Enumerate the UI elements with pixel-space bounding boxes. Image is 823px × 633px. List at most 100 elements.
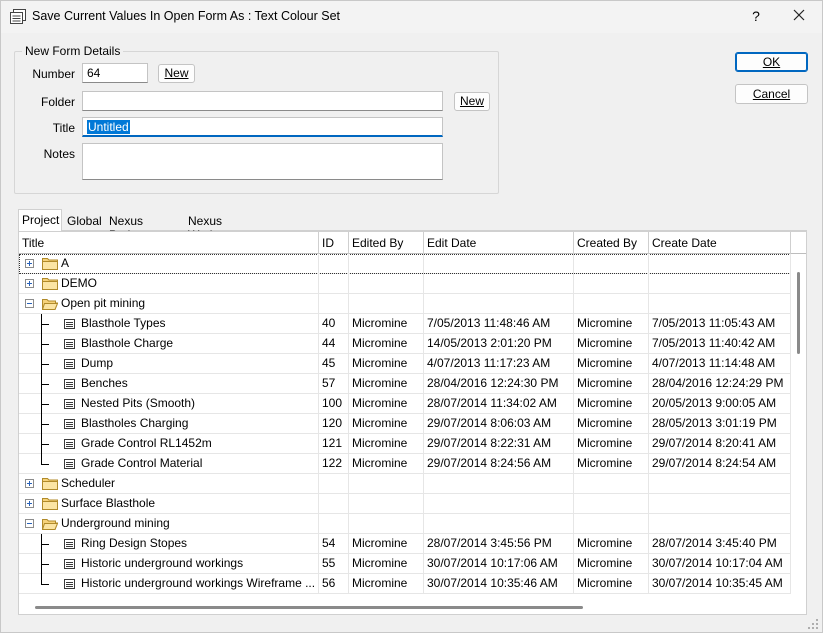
folder-label: Folder [40, 95, 75, 109]
form-title: Nested Pits (Smooth) [81, 396, 196, 410]
tab-nexus-workspace[interactable]: Nexus Workspace [185, 213, 281, 242]
folder-label: Surface Blasthole [61, 496, 156, 510]
tree-line [41, 584, 49, 585]
cell-edit-date: 29/07/2014 8:22:31 AM [424, 434, 574, 454]
folder-row[interactable]: Scheduler [19, 474, 791, 494]
cell-id [319, 474, 349, 494]
help-button[interactable]: ? [746, 6, 766, 26]
cell-created-by: Micromine [574, 334, 649, 354]
folder-field[interactable] [82, 91, 443, 111]
table-row[interactable]: Historic underground workings 55 Micromine… [19, 554, 791, 574]
cell-edited-by: Micromine [349, 414, 424, 434]
horizontal-scrollbar[interactable] [19, 600, 791, 614]
vertical-scrollbar[interactable] [791, 254, 806, 600]
collapse-icon[interactable] [25, 299, 34, 308]
form-title: Benches [81, 376, 128, 390]
title-field[interactable]: Untitled [82, 117, 443, 137]
resize-grip-icon[interactable] [807, 618, 819, 630]
collapse-icon[interactable] [25, 519, 34, 528]
cell-title: Historic underground workings [19, 554, 319, 574]
cell-title: Scheduler [19, 474, 319, 494]
folder-icon [42, 258, 58, 270]
ok-button[interactable]: OK [735, 52, 808, 72]
cell-title: Grade Control RL1452m [19, 434, 319, 454]
cell-created-by: Micromine [574, 374, 649, 394]
tab-project[interactable]: Project [18, 209, 62, 232]
expand-icon[interactable] [25, 479, 34, 488]
column-header-id[interactable]: ID [319, 232, 349, 254]
cell-edited-by [349, 514, 424, 534]
grid-rows: A DEMO Open pit mining Blasthole Types 40 Mic… [19, 254, 791, 594]
form-title: Ring Design Stopes [81, 536, 188, 550]
table-row[interactable]: Benches 57 Micromine 28/04/2016 12:24:30 PM… [19, 374, 791, 394]
form-icon [64, 419, 75, 429]
cell-create-date: 28/04/2016 12:24:29 PM [649, 374, 791, 394]
form-title: Grade Control Material [81, 456, 203, 470]
cell-edited-by [349, 294, 424, 314]
column-header-edited-by[interactable]: Edited By [349, 232, 424, 254]
folder-open-icon [42, 299, 58, 310]
table-row[interactable]: Blasthole Types 40 Micromine 7/05/2013 11:4… [19, 314, 791, 334]
table-row[interactable]: Blasthole Charge 44 Micromine 14/05/2013 2:… [19, 334, 791, 354]
cell-create-date: 28/05/2013 3:01:19 PM [649, 414, 791, 434]
cell-edit-date [424, 274, 574, 294]
cell-edit-date: 28/04/2016 12:24:30 PM [424, 374, 574, 394]
table-row[interactable]: Ring Design Stopes 54 Micromine 28/07/2014 … [19, 534, 791, 554]
expand-icon[interactable] [25, 499, 34, 508]
close-icon[interactable] [787, 5, 811, 27]
tree-line [41, 404, 49, 405]
cell-id: 55 [319, 554, 349, 574]
folder-row[interactable]: DEMO [19, 274, 791, 294]
expand-icon[interactable] [25, 279, 34, 288]
expand-icon[interactable] [25, 259, 34, 268]
folder-row[interactable]: Surface Blasthole [19, 494, 791, 514]
table-row[interactable]: Grade Control RL1452m 121 Micromine 29/07/2… [19, 434, 791, 454]
folder-new-label: New [459, 94, 484, 108]
folder-row[interactable]: A [19, 254, 791, 274]
title-bar: Save Current Values In Open Form As : Te… [1, 1, 822, 33]
form-window-icon [10, 9, 26, 24]
notes-field[interactable] [82, 143, 443, 180]
cell-title: Surface Blasthole [19, 494, 319, 514]
cell-title: DEMO [19, 274, 319, 294]
cell-id: 120 [319, 414, 349, 434]
folder-row[interactable]: Underground mining [19, 514, 791, 534]
table-row[interactable]: Grade Control Material 122 Micromine 29/07/… [19, 454, 791, 474]
title-value: Untitled [87, 120, 130, 134]
cell-created-by: Micromine [574, 434, 649, 454]
column-header-create-date[interactable]: Create Date [649, 232, 791, 254]
table-row[interactable]: Historic underground workings Wireframe … [19, 574, 791, 594]
form-icon [64, 539, 75, 549]
cell-edited-by: Micromine [349, 394, 424, 414]
number-field[interactable]: 64 [82, 63, 148, 83]
column-header-title[interactable]: Title [19, 232, 319, 254]
cancel-button[interactable]: Cancel [735, 84, 808, 104]
grid-header: Title ID Edited By Edit Date Created By … [19, 232, 806, 254]
column-header-edit-date[interactable]: Edit Date [424, 232, 574, 254]
cell-edited-by: Micromine [349, 534, 424, 554]
cell-title: Blastholes Charging [19, 414, 319, 434]
form-icon [64, 579, 75, 589]
cell-edited-by: Micromine [349, 574, 424, 594]
cell-id [319, 294, 349, 314]
folder-row[interactable]: Open pit mining [19, 294, 791, 314]
forms-grid: Title ID Edited By Edit Date Created By … [18, 231, 807, 615]
cell-edited-by: Micromine [349, 354, 424, 374]
table-row[interactable]: Dump 45 Micromine 4/07/2013 11:17:23 AM Micr… [19, 354, 791, 374]
folder-new-button[interactable]: New [454, 92, 490, 111]
cell-title: Open pit mining [19, 294, 319, 314]
cell-edited-by: Micromine [349, 554, 424, 574]
cell-id: 54 [319, 534, 349, 554]
column-header-created-by[interactable]: Created By [574, 232, 649, 254]
tab-global[interactable]: Global [64, 213, 102, 231]
tree-line [41, 544, 49, 545]
table-row[interactable]: Blastholes Charging 120 Micromine 29/07/201… [19, 414, 791, 434]
horizontal-scroll-thumb[interactable] [35, 606, 583, 609]
number-label: Number [32, 67, 75, 81]
tab-nexus-project[interactable]: Nexus Project [106, 213, 182, 242]
vertical-scroll-thumb[interactable] [797, 272, 800, 354]
cell-id: 122 [319, 454, 349, 474]
dialog-window: Save Current Values In Open Form As : Te… [0, 0, 823, 633]
table-row[interactable]: Nested Pits (Smooth) 100 Micromine 28/07/20… [19, 394, 791, 414]
number-new-button[interactable]: New [158, 64, 195, 83]
